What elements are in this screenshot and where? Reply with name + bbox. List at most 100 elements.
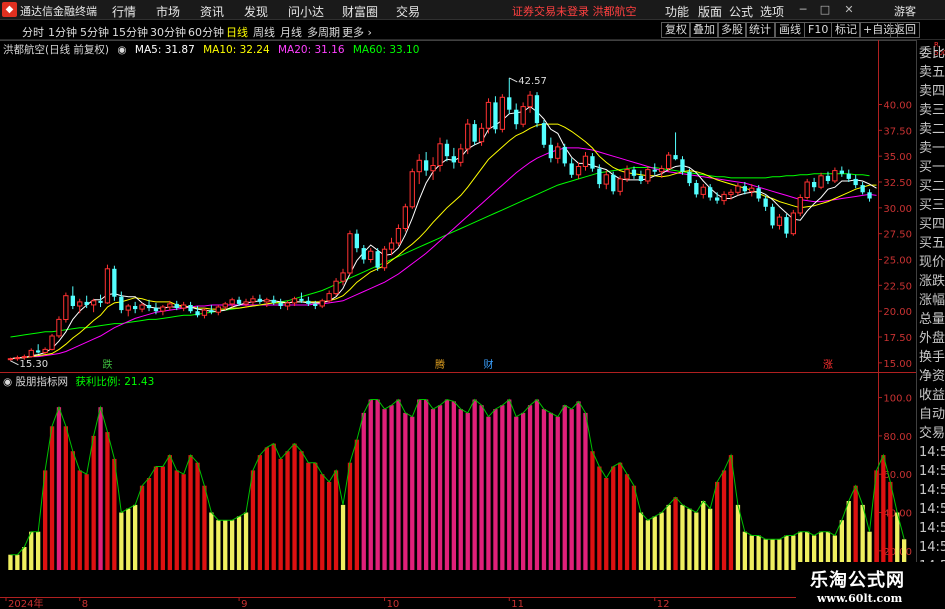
side-item-18[interactable]: 收益 <box>919 386 945 405</box>
profit-bar <box>22 547 27 570</box>
candle-up <box>645 169 651 182</box>
candle-down <box>673 155 678 160</box>
profit-bar <box>763 539 768 570</box>
profit-bar <box>576 401 581 570</box>
side-item-13[interactable]: 涨幅 <box>919 291 945 310</box>
side-item-1[interactable]: 卖五 <box>919 63 945 82</box>
profit-bar <box>167 455 172 570</box>
side-item-15[interactable]: 外盘 <box>919 329 945 348</box>
candle-up <box>28 349 34 358</box>
profit-bar <box>389 405 394 570</box>
profit-bar <box>236 516 242 570</box>
profit-bar <box>313 462 318 570</box>
candle-down <box>36 350 41 353</box>
profit-bar <box>430 409 436 570</box>
side-item-0[interactable]: 委比 <box>919 44 945 63</box>
side-item-9[interactable]: 买四 <box>919 215 945 234</box>
side-item-20[interactable]: 交易 <box>919 424 945 443</box>
candle-down <box>541 123 547 145</box>
candle-down <box>867 192 872 199</box>
side-item-26[interactable]: 14:56 <box>919 538 945 557</box>
candle-up <box>333 280 339 295</box>
side-item-3[interactable]: 卖三 <box>919 101 945 120</box>
candle-down <box>763 198 768 207</box>
profit-bar <box>708 508 713 570</box>
profit-bar <box>133 504 138 570</box>
side-item-7[interactable]: 买二 <box>919 177 945 196</box>
side-item-6[interactable]: 买一 <box>919 158 945 177</box>
date-label: 12 <box>657 599 670 609</box>
profit-bar <box>126 508 131 570</box>
side-item-22[interactable]: 14:56 <box>919 462 945 481</box>
candle-down <box>472 124 477 142</box>
profit-bar <box>472 399 477 570</box>
candle-down <box>846 173 851 179</box>
low-pointer <box>10 360 19 366</box>
side-item-12[interactable]: 涨跌 <box>919 272 945 291</box>
side-item-24[interactable]: 14:56 <box>919 500 945 519</box>
profit-bar <box>569 409 574 570</box>
candle-up <box>229 299 235 305</box>
stock-name[interactable]: 洪都航空(日线 前复权) <box>3 44 109 56</box>
side-item-14[interactable]: 总量 <box>919 310 945 329</box>
profit-bar <box>604 478 609 570</box>
profit-bar <box>230 520 235 570</box>
price-tick-label: 27.50 <box>883 230 912 241</box>
price-tick-label: 37.50 <box>883 126 912 137</box>
side-item-2[interactable]: 卖四 <box>919 82 945 101</box>
profit-bar <box>500 405 505 570</box>
ma10-line <box>10 123 877 360</box>
profit-bar <box>742 531 747 570</box>
profit-bar <box>8 554 13 570</box>
candle-down <box>715 197 720 201</box>
side-item-8[interactable]: 买三 <box>919 196 945 215</box>
profit-bar <box>479 405 484 570</box>
profit-bar <box>84 474 89 570</box>
profit-bar <box>521 412 526 570</box>
side-item-5[interactable]: 卖一 <box>919 139 945 158</box>
profit-bar <box>624 474 630 570</box>
candle-down <box>839 170 844 174</box>
profit-bar <box>112 458 117 570</box>
kline-chart[interactable]: 40.00 37.50 35.00 32.50 30.00 27.50 25.00 22.50… <box>0 0 945 609</box>
side-item-16[interactable]: 换手 <box>919 348 945 367</box>
candle-down <box>112 268 117 297</box>
sub-info-bar: ◉ 股朋指标网 获利比例: 21.43 <box>3 374 154 388</box>
profit-bar <box>320 474 325 570</box>
candle-down <box>98 300 103 303</box>
price-tick-label: 15.00 <box>883 359 912 370</box>
side-item-10[interactable]: 买五 <box>919 234 945 253</box>
profit-bar <box>29 531 34 570</box>
candle-down <box>562 146 567 164</box>
candle-down <box>770 206 775 226</box>
side-item-4[interactable]: 卖二 <box>919 120 945 139</box>
side-item-17[interactable]: 净资 <box>919 367 945 386</box>
side-item-25[interactable]: 14:56 <box>919 519 945 538</box>
profit-bar <box>548 412 553 570</box>
candle-down <box>271 299 276 303</box>
profit-bar <box>590 451 595 570</box>
profit-bar <box>340 504 346 570</box>
side-item-21[interactable]: 14:56 <box>919 443 945 462</box>
candle-up <box>340 272 346 282</box>
candle-up <box>243 301 249 305</box>
profit-bar <box>361 412 366 570</box>
profit-bar <box>527 405 533 570</box>
candle-up <box>749 187 755 192</box>
settings-icon[interactable]: ◉ <box>117 44 126 56</box>
side-item-19[interactable]: 自动 <box>919 405 945 424</box>
indicator-icon[interactable]: ◉ <box>3 376 12 388</box>
event-mark: 腾 <box>435 358 445 371</box>
side-item-11[interactable]: 现价 <box>919 253 945 272</box>
candle-up <box>430 165 436 172</box>
profit-bar <box>403 412 408 570</box>
profit-bar <box>396 399 401 570</box>
candle-down <box>825 175 831 181</box>
indicator-name[interactable]: 股朋指标网 <box>16 376 69 388</box>
side-item-23[interactable]: 14:56 <box>919 481 945 500</box>
candle-up <box>91 300 97 306</box>
candle-down <box>299 298 304 301</box>
profit-bar <box>735 504 741 570</box>
profit-bar <box>91 435 96 570</box>
profit-bar <box>444 399 450 570</box>
